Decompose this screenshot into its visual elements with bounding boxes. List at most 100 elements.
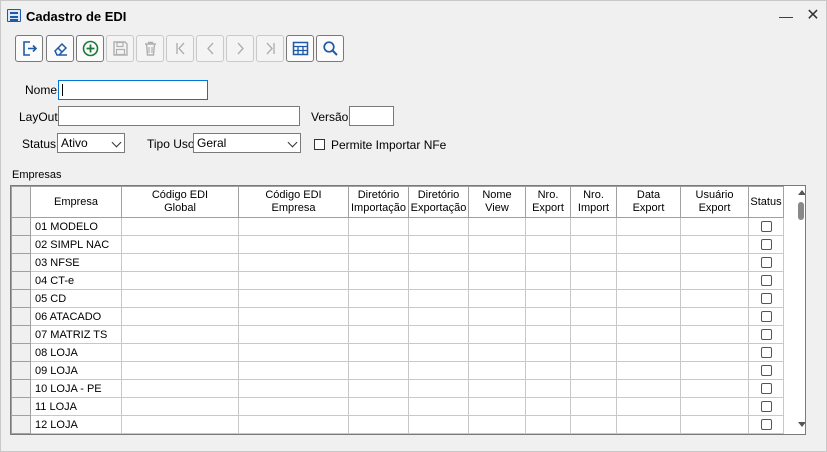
grid-cell[interactable] [408, 217, 469, 236]
grid-cell[interactable] [680, 235, 749, 254]
grid-cell[interactable] [121, 415, 239, 434]
table-row[interactable]: 08 LOJA [11, 343, 784, 362]
grid-cell[interactable] [570, 271, 617, 290]
grid-cell[interactable] [570, 253, 617, 272]
grid-view-button[interactable] [286, 35, 314, 62]
grid-cell[interactable] [408, 397, 469, 416]
row-indicator[interactable] [11, 217, 31, 236]
grid-cell[interactable] [121, 433, 239, 434]
grid-cell[interactable] [680, 307, 749, 326]
nome-input[interactable] [58, 80, 208, 100]
grid-cell[interactable] [348, 217, 409, 236]
grid-cell[interactable] [616, 217, 681, 236]
grid-cell[interactable] [570, 307, 617, 326]
grid-cell[interactable] [525, 379, 571, 398]
grid-cell[interactable] [616, 271, 681, 290]
grid-cell[interactable] [238, 361, 349, 380]
row-indicator[interactable] [11, 397, 31, 416]
empresa-cell[interactable]: 10 LOJA - PE [30, 379, 122, 398]
last-record-button[interactable] [256, 35, 284, 62]
grid-cell[interactable] [570, 289, 617, 308]
grid-cell[interactable] [570, 433, 617, 434]
grid-cell[interactable] [121, 253, 239, 272]
row-indicator[interactable] [11, 433, 31, 434]
grid-cell[interactable] [680, 397, 749, 416]
grid-cell[interactable] [525, 307, 571, 326]
grid-cell[interactable] [616, 325, 681, 344]
grid-cell[interactable] [238, 379, 349, 398]
grid-cell[interactable] [238, 289, 349, 308]
grid-cell[interactable] [570, 235, 617, 254]
empresa-cell[interactable]: 08 LOJA [30, 343, 122, 362]
grid-cell[interactable] [616, 415, 681, 434]
grid-cell[interactable] [468, 397, 526, 416]
status-checkbox[interactable] [760, 311, 772, 323]
grid-cell[interactable] [238, 253, 349, 272]
row-indicator[interactable] [11, 325, 31, 344]
grid-cell[interactable] [408, 343, 469, 362]
grid-cell[interactable] [525, 325, 571, 344]
grid-cell[interactable] [525, 433, 571, 434]
grid-cell[interactable] [348, 325, 409, 344]
table-row[interactable]: 10 LOJA - PE [11, 379, 784, 398]
grid-cell[interactable] [680, 415, 749, 434]
grid-cell[interactable] [121, 271, 239, 290]
grid-cell[interactable] [348, 433, 409, 434]
grid-cell[interactable] [570, 397, 617, 416]
row-indicator[interactable] [11, 235, 31, 254]
grid-cell[interactable] [525, 271, 571, 290]
search-button[interactable] [316, 35, 344, 62]
row-indicator[interactable] [11, 271, 31, 290]
grid-cell[interactable] [348, 397, 409, 416]
minimize-button[interactable]: — [776, 6, 796, 26]
empresas-grid[interactable]: Empresa Código EDI Global Código EDI Empre… [10, 185, 806, 435]
grid-cell[interactable] [616, 433, 681, 434]
grid-cell[interactable] [680, 379, 749, 398]
grid-cell[interactable] [525, 397, 571, 416]
row-indicator[interactable] [11, 307, 31, 326]
grid-cell[interactable] [680, 289, 749, 308]
grid-cell[interactable] [680, 271, 749, 290]
empresa-cell[interactable]: 12 LOJA [30, 415, 122, 434]
grid-cell[interactable] [348, 379, 409, 398]
first-record-button[interactable] [166, 35, 194, 62]
column-header[interactable]: Status [748, 186, 784, 218]
grid-cell[interactable] [408, 289, 469, 308]
empresa-cell[interactable]: 09 LOJA [30, 361, 122, 380]
grid-cell[interactable] [616, 289, 681, 308]
status-checkbox[interactable] [760, 365, 772, 377]
grid-cell[interactable] [680, 217, 749, 236]
grid-cell[interactable] [570, 343, 617, 362]
grid-cell[interactable] [408, 271, 469, 290]
grid-cell[interactable] [238, 415, 349, 434]
grid-cell[interactable] [348, 235, 409, 254]
row-indicator[interactable] [11, 343, 31, 362]
grid-cell[interactable] [680, 433, 749, 434]
grid-cell[interactable] [468, 343, 526, 362]
grid-cell[interactable] [468, 307, 526, 326]
grid-cell[interactable] [408, 253, 469, 272]
next-record-button[interactable] [226, 35, 254, 62]
status-checkbox[interactable] [760, 383, 772, 395]
grid-cell[interactable] [616, 397, 681, 416]
grid-cell[interactable] [570, 415, 617, 434]
status-checkbox[interactable] [760, 257, 772, 269]
grid-cell[interactable] [238, 217, 349, 236]
grid-cell[interactable] [408, 307, 469, 326]
grid-cell[interactable] [570, 325, 617, 344]
grid-cell[interactable] [525, 343, 571, 362]
grid-cell[interactable] [348, 253, 409, 272]
clear-button[interactable] [46, 35, 74, 62]
empresa-cell[interactable]: 02 SIMPL NAC [30, 235, 122, 254]
grid-cell[interactable] [616, 253, 681, 272]
empresa-cell[interactable] [30, 433, 122, 434]
grid-cell[interactable] [408, 325, 469, 344]
close-button[interactable]: ✕ [803, 6, 823, 26]
add-button[interactable] [76, 35, 104, 62]
save-button[interactable] [106, 35, 134, 62]
grid-cell[interactable] [348, 289, 409, 308]
grid-cell[interactable] [238, 325, 349, 344]
empresa-cell[interactable]: 01 MODELO [30, 217, 122, 236]
column-header[interactable]: Código EDI Global [121, 186, 239, 218]
grid-cell[interactable] [525, 415, 571, 434]
